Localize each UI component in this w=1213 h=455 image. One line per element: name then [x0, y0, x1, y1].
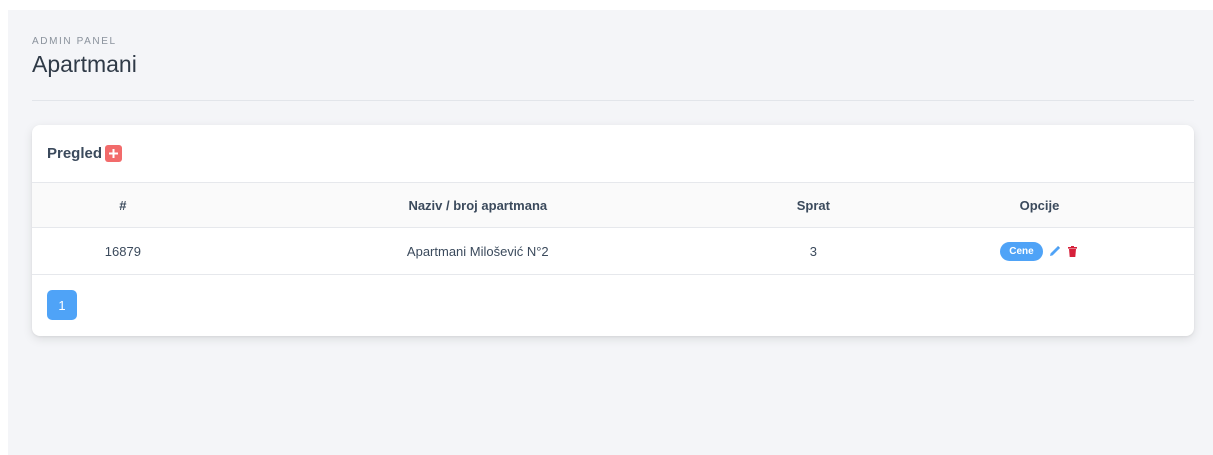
row-actions: Cene: [1000, 241, 1079, 261]
cell-name: Apartmani Milošević N°2: [213, 227, 742, 275]
plus-icon: [109, 149, 119, 158]
pencil-icon: [1049, 246, 1060, 256]
apartments-table: # Naziv / broj apartmana Sprat Opcije 16…: [32, 183, 1194, 275]
delete-button[interactable]: [1067, 244, 1079, 258]
admin-panel-label: ADMIN PANEL: [32, 36, 117, 47]
prices-button[interactable]: Cene: [1000, 241, 1043, 261]
pagination: 1: [47, 290, 77, 320]
column-header-id: #: [32, 183, 214, 228]
column-header-floor: Sprat: [741, 183, 885, 228]
card-title: Pregled: [47, 145, 103, 162]
cell-floor: 3: [741, 227, 885, 275]
card-header: Pregled: [32, 125, 1194, 183]
apartments-card: Pregled # Naziv / broj apartmana Sprat O…: [32, 125, 1194, 336]
page-header: ADMIN PANEL Apartmani: [32, 36, 137, 78]
page-title: Apartmani: [32, 51, 137, 77]
column-header-name: Naziv / broj apartmana: [213, 183, 742, 228]
table-header-row: # Naziv / broj apartmana Sprat Opcije: [32, 183, 1194, 228]
edit-button[interactable]: [1049, 244, 1061, 258]
page-button-1[interactable]: 1: [47, 290, 77, 320]
table-row: 16879 Apartmani Milošević N°2 3 Cene: [32, 227, 1194, 275]
cell-options: Cene: [884, 227, 1194, 275]
column-header-options: Opcije: [884, 183, 1194, 228]
cell-id: 16879: [32, 227, 214, 275]
page-background: ADMIN PANEL Apartmani Pregled # Naziv / …: [8, 10, 1213, 455]
add-apartment-button[interactable]: [105, 145, 123, 162]
trash-icon: [1068, 245, 1078, 257]
header-divider: [32, 100, 1194, 101]
